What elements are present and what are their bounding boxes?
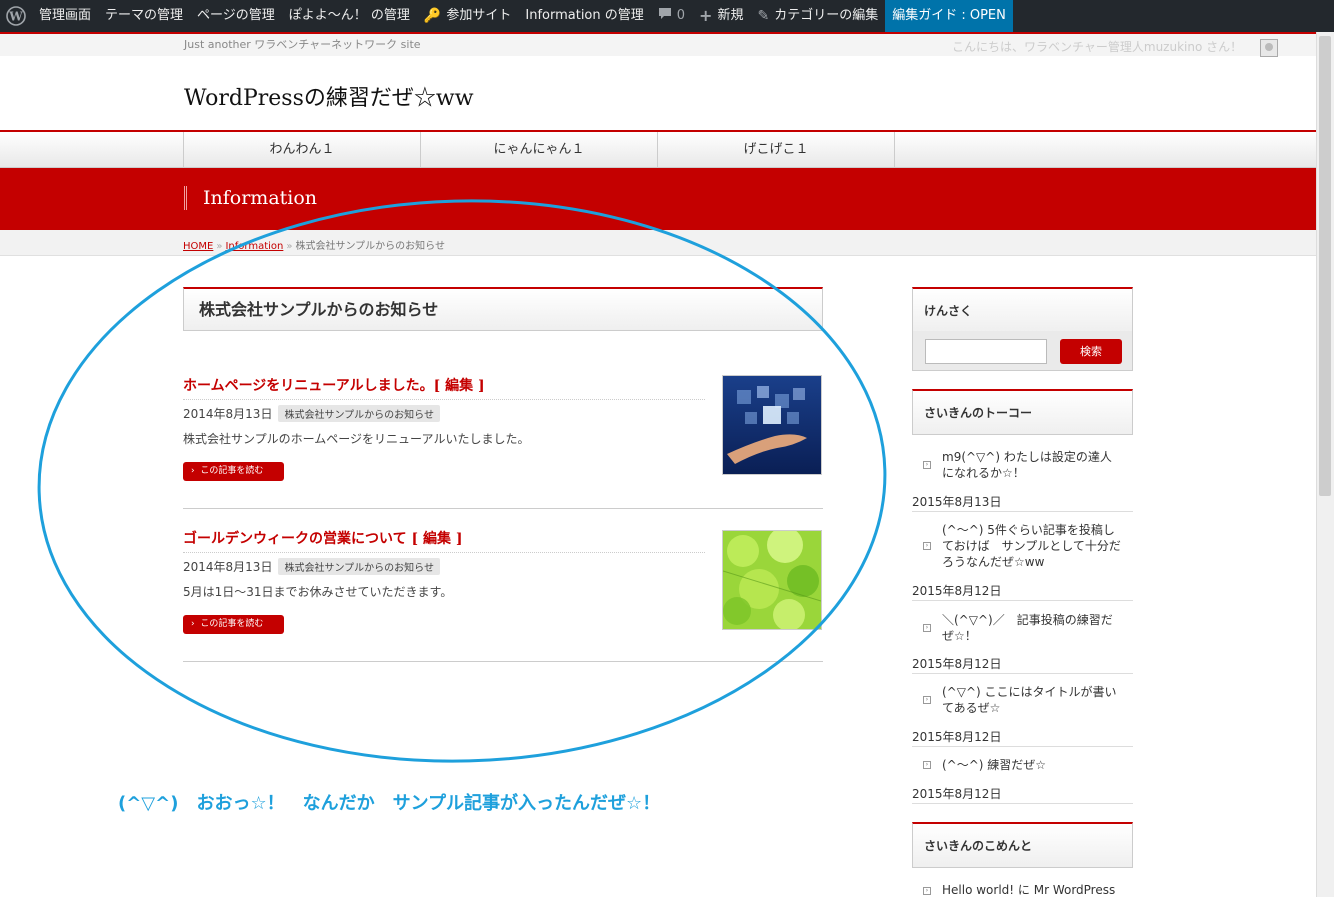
member-sites-link[interactable]: 🔑 参加サイト — [417, 0, 518, 32]
theme-manage-link[interactable]: テーマの管理 — [98, 0, 190, 32]
breadcrumb-separator-icon: » — [286, 241, 293, 252]
post-date: 2014年8月13日 — [183, 560, 273, 574]
annotation-text: (^▽^) おおっ☆！ なんだか サンプル記事が入ったんだぜ☆！ — [118, 793, 661, 814]
post-meta: 2014年8月13日 株式会社サンプルからのお知らせ — [183, 558, 440, 575]
poyoyon-manage-link[interactable]: ぽよよ〜ん！ の管理 — [282, 0, 417, 32]
comments-link[interactable]: 0 — [651, 0, 692, 32]
list-bullet-icon: › — [923, 542, 931, 550]
recent-post-date: 2015年8月12日 — [912, 655, 1133, 674]
post-thumbnail-hand-image[interactable] — [722, 375, 822, 475]
wordpress-logo-icon[interactable]: W — [0, 0, 32, 32]
page-title: Information — [184, 186, 317, 210]
nav-item-nyannyan[interactable]: にゃんにゃん１ — [420, 132, 657, 168]
read-more-button[interactable]: › この記事を読む — [183, 462, 284, 481]
recent-post-link[interactable]: m9(^▽^) わたしは設定の達人になれるか☆！ — [942, 449, 1122, 481]
pencil-icon: ✎ — [757, 8, 770, 24]
recent-post-date: 2015年8月12日 — [912, 728, 1133, 747]
nav-item-wanwan[interactable]: わんわん１ — [183, 132, 420, 168]
key-icon: 🔑 — [423, 8, 442, 24]
recent-post-date: 2015年8月12日 — [912, 582, 1133, 601]
edit-category-link[interactable]: ✎ カテゴリーの編集 — [750, 0, 885, 32]
post-meta: 2014年8月13日 株式会社サンプルからのお知らせ — [183, 405, 440, 422]
chevron-right-icon: › — [191, 466, 195, 476]
list-bullet-icon: › — [923, 761, 931, 769]
information-manage-link[interactable]: Information の管理 — [518, 0, 650, 32]
site-tagline: Just another ワラベンチャーネットワーク site — [184, 38, 421, 51]
breadcrumb-home-link[interactable]: HOME — [183, 241, 213, 252]
admin-dashboard-link[interactable]: 管理画面 — [32, 0, 98, 32]
post-divider — [183, 661, 823, 662]
search-button[interactable]: 検索 — [1060, 339, 1122, 364]
list-bullet-icon: › — [923, 887, 931, 895]
list-bullet-icon: › — [923, 461, 931, 469]
user-greeting[interactable]: こんにちは、ワラベンチャー管理人muzukino さん！ — [952, 38, 1242, 55]
post-thumbnail-leaves-image[interactable] — [722, 527, 822, 631]
recent-posts-heading: さいきんのトーコー — [912, 389, 1133, 435]
category-heading: 株式会社サンプルからのお知らせ — [183, 287, 823, 331]
recent-post-link[interactable]: ＼(^▽^)／ 記事投稿の練習だぜ☆！ — [942, 612, 1122, 644]
admin-bar: W 管理画面 テーマの管理 ページの管理 ぽよよ〜ん！ の管理 🔑 参加サイト I… — [0, 0, 1334, 32]
read-more-button[interactable]: › この記事を読む — [183, 615, 284, 634]
scrollbar-thumb[interactable] — [1319, 36, 1331, 496]
nav-item-gekogeko[interactable]: げこげこ１ — [657, 132, 894, 168]
search-widget-heading: けんさく — [912, 287, 1133, 333]
comment-icon — [658, 0, 672, 32]
post-title-link[interactable]: ホームページをリニューアルしました。[ 編集 ] — [183, 375, 705, 400]
user-avatar-icon[interactable] — [1260, 39, 1278, 57]
post-divider — [183, 508, 823, 509]
search-input[interactable] — [925, 339, 1047, 364]
plus-icon: + — [699, 6, 713, 25]
site-title[interactable]: WordPressの練習だぜ☆ww — [184, 80, 474, 112]
post-category-badge[interactable]: 株式会社サンプルからのお知らせ — [278, 405, 440, 422]
recent-post-date: 2015年8月13日 — [912, 493, 1133, 512]
post-excerpt: 5月は1日〜31日までお休みさせていただきます。 — [183, 585, 453, 599]
post-category-badge[interactable]: 株式会社サンプルからのお知らせ — [278, 558, 440, 575]
recent-post-link[interactable]: (^〜^) 5件ぐらい記事を投稿しておけば サンプルとして十分だろうなんだぜ☆w… — [942, 522, 1122, 570]
recent-post-date: 2015年8月12日 — [912, 785, 1133, 804]
list-bullet-icon: › — [923, 624, 931, 632]
recent-comment-link[interactable]: Hello world! に Mr WordPress — [942, 882, 1122, 898]
post-title-link[interactable]: ゴールデンウィークの営業について [ 編集 ] — [183, 528, 705, 553]
breadcrumb: HOME» Information» 株式会社サンプルからのお知らせ — [183, 237, 445, 252]
new-content-link[interactable]: + 新規 — [692, 0, 750, 32]
svg-text:W: W — [8, 10, 23, 24]
edit-guide-toggle[interactable]: 編集ガイド : OPEN — [885, 0, 1013, 32]
breadcrumb-current: 株式会社サンプルからのお知らせ — [295, 241, 445, 252]
post-excerpt: 株式会社サンプルのホームページをリニューアルいたしました。 — [183, 432, 530, 446]
post-date: 2014年8月13日 — [183, 407, 273, 421]
recent-post-link[interactable]: (^〜^) 練習だぜ☆ — [942, 757, 1122, 773]
recent-comments-heading: さいきんのこめんと — [912, 822, 1133, 868]
nav-divider — [894, 132, 895, 168]
breadcrumb-separator-icon: » — [216, 241, 223, 252]
page-manage-link[interactable]: ページの管理 — [190, 0, 282, 32]
recent-post-link[interactable]: (^▽^) ここにはタイトルが書いてあるぜ☆ — [942, 684, 1122, 716]
list-bullet-icon: › — [923, 696, 931, 704]
breadcrumb-section-link[interactable]: Information — [225, 241, 283, 252]
chevron-right-icon: › — [191, 619, 195, 629]
